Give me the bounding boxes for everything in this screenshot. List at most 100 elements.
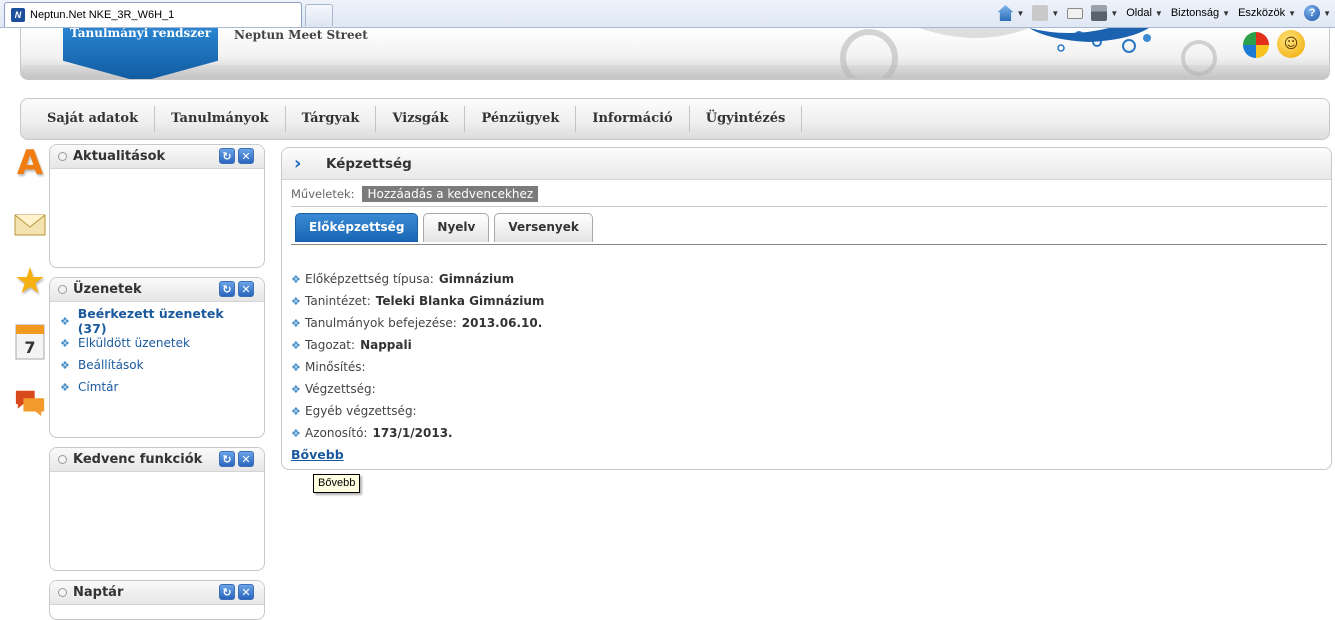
field-label: Azonosító: [305,426,368,440]
close-icon[interactable]: ✕ [238,148,254,164]
menu-item-administration[interactable]: Ügyintézés [690,106,803,132]
news-panel-header: Aktualitások ↻ ✕ [50,145,264,169]
refresh-icon[interactable]: ↻ [219,148,235,164]
tab-divider [291,244,1327,245]
chevron-down-icon: ▼ [1051,8,1060,18]
menu-item-own-data[interactable]: Saját adatok [31,106,156,132]
chevron-down-icon: ▼ [1288,8,1297,18]
messages-envelope-icon[interactable] [14,205,46,241]
messages-panel-header: Üzenetek ↻ ✕ [50,278,264,302]
messages-panel-title: Üzenetek [73,282,142,297]
field-value: Gimnázium [438,272,515,286]
page-title: Képzettség [326,155,412,172]
diamond-bullet-icon: ❖ [291,382,301,396]
tab-competitions[interactable]: Versenyek [494,213,593,242]
favorites-panel-header: Kedvenc funkciók ↻ ✕ [50,448,264,472]
panel-controls: ↻ ✕ [219,451,254,467]
chevron-down-icon: ▼ [1222,8,1231,18]
print-icon [1091,5,1108,21]
flag-logo-icon[interactable] [1243,32,1269,58]
diamond-bullet-icon: ❖ [60,380,70,394]
feeds-button[interactable]: ▼ [1032,5,1059,21]
close-icon[interactable]: ✕ [238,281,254,297]
panel-bullet-icon [58,588,67,597]
qualification-content: › Képzettség Műveletek: Hozzáadás a kedv… [281,147,1332,470]
field-study-mode: ❖ Tagozat: Nappali [291,334,544,356]
print-button[interactable]: ▼ [1091,5,1118,21]
diamond-bullet-icon: ❖ [291,360,301,374]
sent-messages-label: Elküldött üzenetek [78,336,190,350]
calendar-icon[interactable]: 7 [14,323,46,360]
neptun-favicon-icon: N [11,8,25,22]
menu-item-subjects[interactable]: Tárgyak [286,106,377,132]
new-tab-button[interactable] [305,4,333,26]
field-label: Tanulmányok befejezése: [305,316,457,330]
message-settings-label: Beállítások [78,358,144,372]
rss-feed-icon [1032,5,1049,21]
field-label: Egyéb végzettség: [305,404,417,418]
tab-language[interactable]: Nyelv [423,213,490,242]
diamond-bullet-icon: ❖ [291,316,301,330]
menu-item-studies[interactable]: Tanulmányok [155,106,286,132]
field-value: Nappali [360,338,412,352]
help-icon: ? [1304,5,1321,21]
tab-bar: Előképzettség Nyelv Versenyek [295,213,593,242]
directory-link[interactable]: ❖ Címtár [60,376,254,398]
smiley-icon[interactable]: ☺ [1277,30,1305,58]
help-button[interactable]: ? ▼ [1304,5,1331,21]
menu-item-information[interactable]: Információ [576,106,690,132]
field-grade: ❖ Minősítés: [291,356,544,378]
chat-bubbles-icon[interactable] [14,385,46,421]
close-icon[interactable]: ✕ [238,451,254,467]
refresh-icon[interactable]: ↻ [219,281,235,297]
tab-prior-education[interactable]: Előképzettség [295,213,419,242]
browser-tab-active[interactable]: N Neptun.Net NKE_3R_W6H_1 [4,2,302,27]
chevron-right-icon: › [294,153,302,174]
diamond-bullet-icon: ❖ [291,338,301,352]
menu-item-exams[interactable]: Vizsgák [376,106,466,132]
directory-label: Címtár [78,380,119,394]
home-button[interactable]: ▼ [997,5,1024,21]
page-menu-label: Oldal [1126,7,1152,19]
safety-menu-label: Biztonság [1170,7,1220,19]
favorites-panel: Kedvenc funkciók ↻ ✕ [49,447,265,571]
chevron-down-icon: ▼ [1110,8,1119,18]
panel-controls: ↻ ✕ [219,148,254,164]
header-subtitle: Neptun Meet Street [234,28,368,42]
site-header: Tanulmányi rendszer Neptun Meet Street ☺ [20,28,1330,80]
safety-menu-button[interactable]: Biztonság ▼ [1171,7,1230,19]
chevron-down-icon: ▼ [1154,8,1163,18]
panel-bullet-icon [58,285,67,294]
field-label: Előképzettség típusa: [305,272,434,286]
mail-icon [1067,7,1084,19]
mail-button[interactable] [1067,7,1084,19]
browser-tab-title: Neptun.Net NKE_3R_W6H_1 [30,9,175,21]
field-education-type: ❖ Előképzettség típusa: Gimnázium [291,268,544,290]
tools-menu-label: Eszközök [1238,7,1286,19]
qualification-fields: ❖ Előképzettség típusa: Gimnázium ❖ Tani… [291,268,544,444]
news-a-icon[interactable]: A [14,143,46,183]
divider [291,206,1327,207]
news-panel-title: Aktualitások [73,149,166,164]
field-label: Végzettség: [305,382,376,396]
messages-panel: Üzenetek ↻ ✕ ❖ Beérkezett üzenetek (37) … [49,277,265,438]
favorites-star-icon[interactable]: ★ [14,261,46,302]
more-details-link[interactable]: Bővebb [291,447,344,462]
inbox-link-label: Beérkezett üzenetek (37) [77,306,224,336]
field-label: Minősítés: [305,360,366,374]
quick-icon-strip: A ★ 7 [12,143,48,445]
add-to-favorites-button[interactable]: Hozzáadás a kedvencekhez [362,186,539,202]
favorites-panel-title: Kedvenc funkciók [73,452,203,467]
page-menu-button[interactable]: Oldal ▼ [1126,7,1163,19]
diamond-bullet-icon: ❖ [60,358,70,372]
inbox-link[interactable]: ❖ Beérkezett üzenetek (37) [60,306,254,336]
chevron-down-icon: ▼ [1016,8,1025,18]
field-identifier: ❖ Azonosító: 173/1/2013. [291,422,544,444]
menu-item-finances[interactable]: Pénzügyek [465,106,577,132]
field-other-degree: ❖ Egyéb végzettség: [291,400,544,422]
tools-menu-button[interactable]: Eszközök ▼ [1238,7,1296,19]
refresh-icon[interactable]: ↻ [219,451,235,467]
message-settings-link[interactable]: ❖ Beállítások [60,354,254,376]
panel-bullet-icon [58,455,67,464]
main-menu: Saját adatok Tanulmányok Tárgyak Vizsgák… [20,98,1330,140]
